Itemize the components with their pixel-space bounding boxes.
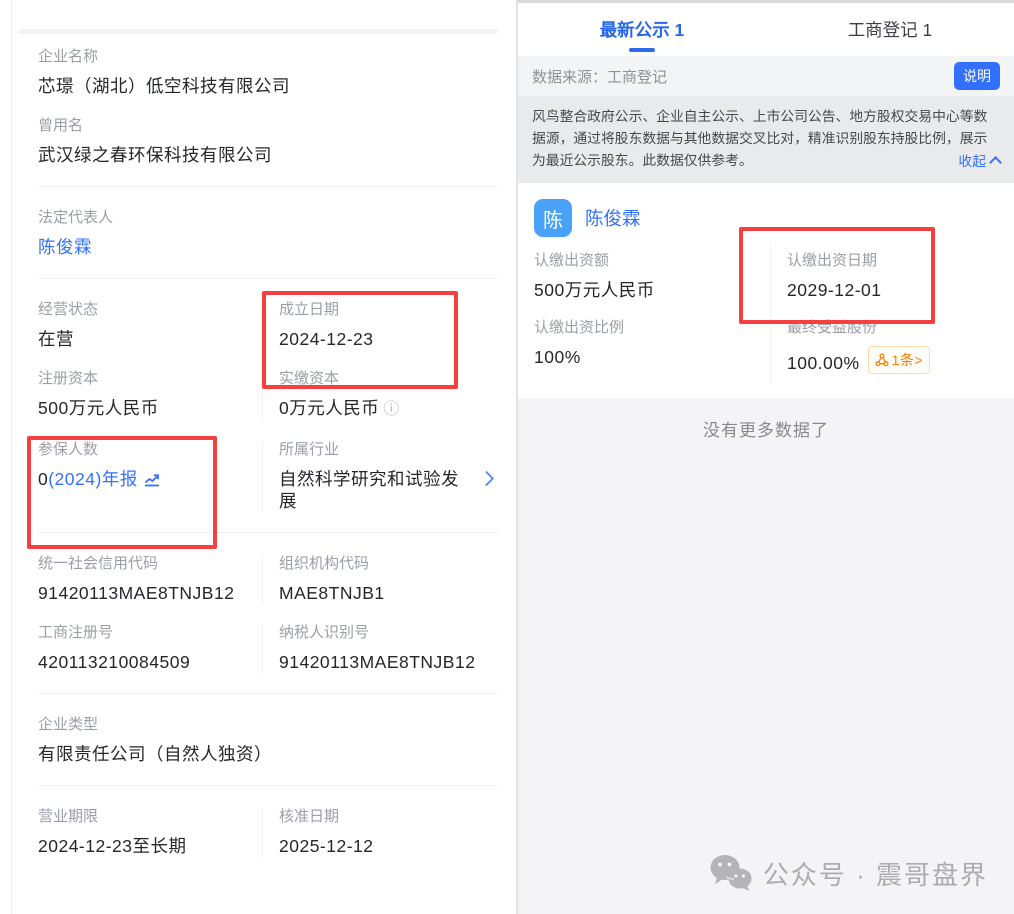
field-value: 500万元人民币 — [38, 397, 262, 419]
field-value: 有限责任公司（自然人独资） — [38, 743, 498, 765]
data-source-notice: 风鸟整合政府公示、企业自主公示、上市公司公告、地方股权交易中心等数据源，通过将股… — [518, 96, 1014, 183]
section-divider — [38, 278, 498, 279]
info-icon[interactable]: ⓘ — [383, 401, 400, 418]
field-paid-amount: 认缴出资额 500万元人民币 — [534, 243, 770, 310]
section-divider — [38, 532, 498, 533]
field-label: 法定代表人 — [38, 209, 498, 227]
field-establish-date: 成立日期 2024-12-23 — [262, 301, 498, 350]
section-divider — [38, 693, 498, 694]
field-label: 核准日期 — [279, 808, 498, 826]
field-value: 2029-12-01 — [787, 279, 1014, 301]
field-legal-rep: 法定代表人 陈俊霖 — [38, 209, 498, 258]
field-label: 所属行业 — [279, 441, 472, 459]
wechat-icon — [709, 854, 753, 892]
field-value: 420113210084509 — [38, 651, 262, 673]
field-label: 成立日期 — [279, 301, 498, 319]
field-value: 0(2024)年报 — [38, 468, 262, 490]
field-label: 企业名称 — [38, 48, 498, 66]
beneficial-share-badge[interactable]: 1条> — [868, 346, 930, 374]
data-source-label: 数据来源：工商登记 — [532, 66, 667, 87]
explain-button[interactable]: 说明 — [954, 62, 1000, 90]
field-org-code: 组织机构代码 MAE8TNJB1 — [262, 555, 498, 604]
share-network-icon — [875, 353, 889, 367]
field-value: 500万元人民币 — [534, 279, 770, 301]
field-label: 企业类型 — [38, 716, 498, 734]
field-label: 组织机构代码 — [279, 555, 498, 573]
field-label: 认缴出资日期 — [787, 252, 1014, 270]
field-value: 自然科学研究和试验发展 — [279, 468, 472, 512]
watermark: 公众号 · 震哥盘界 — [709, 854, 988, 892]
annual-report-link[interactable]: (2024)年报 — [48, 469, 138, 489]
field-company-name: 企业名称 芯璟（湖北）低空科技有限公司 — [38, 48, 498, 97]
company-info-panel: 企业名称 芯璟（湖北）低空科技有限公司 曾用名 武汉绿之春环保科技有限公司 法定… — [12, 0, 516, 914]
field-value: 0万元人民币ⓘ — [279, 397, 498, 421]
field-label: 经营状态 — [38, 301, 262, 319]
field-value: 100% — [534, 346, 770, 368]
shareholder-avatar: 陈 — [534, 199, 572, 237]
chevron-right-icon — [479, 471, 495, 487]
field-company-type: 企业类型 有限责任公司（自然人独资） — [38, 716, 498, 765]
card-top-strip — [18, 29, 498, 34]
legal-rep-link[interactable]: 陈俊霖 — [38, 237, 92, 257]
field-credit-code: 统一社会信用代码 91420113MAE8TNJB12 — [38, 555, 262, 604]
field-business-term: 营业期限 2024-12-23至长期 — [38, 808, 262, 857]
field-value: 2024-12-23至长期 — [38, 835, 262, 857]
field-label: 认缴出资比例 — [534, 319, 770, 337]
field-label: 曾用名 — [38, 117, 498, 135]
field-insured-count: 参保人数 0(2024)年报 — [38, 441, 262, 512]
field-label: 注册资本 — [38, 370, 262, 388]
field-value: 在营 — [38, 328, 262, 350]
tab-business-registration[interactable]: 工商登记 1 — [766, 17, 1014, 42]
field-paid-capital: 实缴资本 0万元人民币ⓘ — [262, 370, 498, 421]
field-value: 100.00%1条> — [787, 346, 1014, 374]
shareholder-fields: 认缴出资额 500万元人民币 认缴出资日期 2029-12-01 认缴出资比例 … — [518, 243, 1014, 383]
shareholder-tabs: 最新公示 1 工商登记 1 — [518, 3, 1014, 56]
field-value: 91420113MAE8TNJB12 — [279, 651, 498, 673]
tab-latest-disclosure[interactable]: 最新公示 1 — [518, 17, 766, 42]
section-divider — [38, 785, 498, 786]
field-label: 实缴资本 — [279, 370, 498, 388]
field-taxpayer-id: 纳税人识别号 91420113MAE8TNJB12 — [262, 624, 498, 673]
chevron-up-icon — [989, 156, 1002, 169]
field-label: 纳税人识别号 — [279, 624, 498, 642]
no-more-data-text: 没有更多数据了 — [518, 416, 1014, 441]
field-value: 武汉绿之春环保科技有限公司 — [38, 144, 498, 166]
data-source-bar: 数据来源：工商登记 说明 — [518, 56, 1014, 96]
field-approval-date: 核准日期 2025-12-12 — [262, 808, 498, 857]
field-label: 参保人数 — [38, 441, 262, 459]
notice-text: 风鸟整合政府公示、企业自主公示、上市公司公告、地方股权交易中心等数据源，通过将股… — [532, 106, 1000, 171]
field-value: 芯璟（湖北）低空科技有限公司 — [38, 75, 498, 97]
shareholder-row[interactable]: 陈 陈俊霖 — [518, 199, 1014, 237]
field-paid-ratio: 认缴出资比例 100% — [534, 310, 770, 383]
field-value: 2024-12-23 — [279, 328, 498, 350]
field-value: MAE8TNJB1 — [279, 582, 498, 604]
field-label: 工商注册号 — [38, 624, 262, 642]
field-label: 统一社会信用代码 — [38, 555, 262, 573]
field-value: 91420113MAE8TNJB12 — [38, 582, 262, 604]
field-reg-number: 工商注册号 420113210084509 — [38, 624, 262, 673]
field-status: 经营状态 在营 — [38, 301, 262, 350]
trend-chart-icon — [143, 472, 161, 487]
field-paid-date: 认缴出资日期 2029-12-01 — [770, 243, 1014, 310]
active-tab-underline — [629, 48, 655, 52]
shareholder-panel: 最新公示 1 工商登记 1 数据来源：工商登记 说明 风鸟整合政府公示、企业自主… — [518, 0, 1014, 914]
field-former-name: 曾用名 武汉绿之春环保科技有限公司 — [38, 117, 498, 166]
field-label: 最终受益股份 — [787, 319, 1014, 337]
field-beneficial-share: 最终受益股份 100.00%1条> — [770, 310, 1014, 383]
collapse-link[interactable]: 收起 — [958, 151, 1000, 173]
list-end-area: 没有更多数据了 公众号 · 震哥盘界 — [518, 398, 1014, 914]
watermark-text: 公众号 · 震哥盘界 — [763, 855, 988, 892]
field-reg-capital: 注册资本 500万元人民币 — [38, 370, 262, 421]
field-label: 营业期限 — [38, 808, 262, 826]
app-screenshot: 企业名称 芯璟（湖北）低空科技有限公司 曾用名 武汉绿之春环保科技有限公司 法定… — [0, 0, 1014, 914]
field-label: 认缴出资额 — [534, 252, 770, 270]
section-divider — [38, 186, 498, 187]
shareholder-name-link[interactable]: 陈俊霖 — [585, 205, 641, 231]
field-industry[interactable]: 所属行业 自然科学研究和试验发展 — [262, 441, 498, 512]
field-value: 2025-12-12 — [279, 835, 498, 857]
